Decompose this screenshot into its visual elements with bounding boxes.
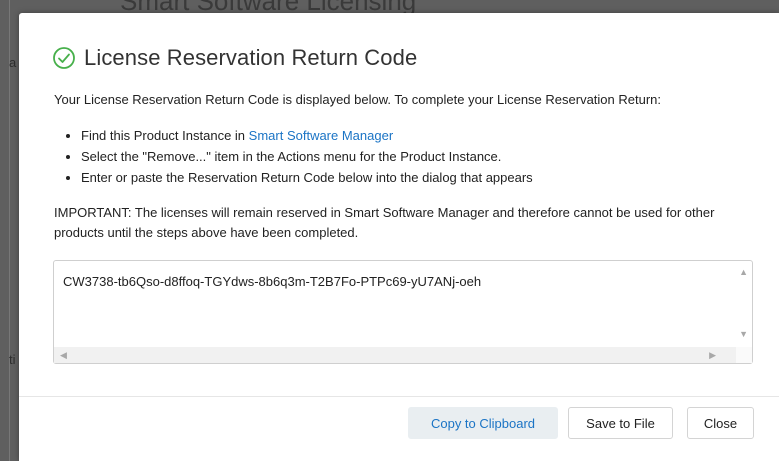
list-item: Find this Product Instance in Smart Soft… <box>81 125 533 146</box>
close-button[interactable]: Close <box>687 407 754 439</box>
return-code-dialog: License Reservation Return Code Your Lic… <box>19 13 779 461</box>
dialog-title: License Reservation Return Code <box>84 45 418 70</box>
scroll-down-icon[interactable]: ▼ <box>739 329 748 339</box>
step-2-text: Select the "Remove..." item in the Actio… <box>81 149 502 164</box>
scroll-left-icon[interactable]: ◀ <box>60 350 67 360</box>
copy-to-clipboard-button[interactable]: Copy to Clipboard <box>408 407 558 439</box>
intro-text: Your License Reservation Return Code is … <box>54 92 662 107</box>
vertical-scrollbar[interactable]: ▲ ▼ <box>736 261 752 347</box>
save-to-file-button[interactable]: Save to File <box>568 407 673 439</box>
smart-software-manager-link[interactable]: Smart Software Manager <box>249 128 394 143</box>
dialog-header: License Reservation Return Code <box>52 45 417 71</box>
scroll-up-icon[interactable]: ▲ <box>739 267 748 277</box>
return-code-value[interactable]: CW3738-tb6Qso-d8ffoq-TGYdws-8b6q3m-T2B7F… <box>63 274 481 289</box>
step-1-text: Find this Product Instance in <box>81 128 249 143</box>
backdrop-label-t: ti <box>9 352 16 367</box>
scroll-right-icon[interactable]: ▶ <box>709 350 716 360</box>
list-item: Select the "Remove..." item in the Actio… <box>81 146 533 167</box>
backdrop-label-a: a <box>9 55 17 70</box>
important-note: IMPORTANT: The licenses will remain rese… <box>54 205 715 240</box>
list-item: Enter or paste the Reservation Return Co… <box>81 167 533 188</box>
scrollbar-corner <box>736 347 752 363</box>
instruction-list: Find this Product Instance in Smart Soft… <box>59 125 533 188</box>
step-3-text: Enter or paste the Reservation Return Co… <box>81 170 533 185</box>
return-code-textarea[interactable]: CW3738-tb6Qso-d8ffoq-TGYdws-8b6q3m-T2B7F… <box>53 260 753 364</box>
footer-divider <box>19 396 779 397</box>
horizontal-scrollbar[interactable]: ◀ ▶ <box>54 347 738 363</box>
check-circle-icon <box>52 46 76 70</box>
